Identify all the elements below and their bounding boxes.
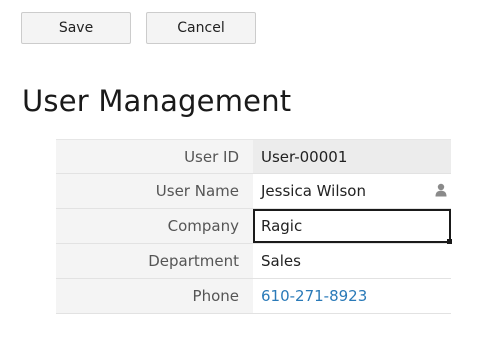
form-row-phone: Phone 610-271-8923 — [56, 279, 451, 314]
phone-label: Phone — [56, 279, 253, 313]
page-title: User Management — [22, 84, 292, 118]
user-form: User ID User-00001 User Name Jessica Wil… — [56, 139, 452, 314]
form-row-user-name: User Name Jessica Wilson — [56, 174, 451, 209]
cancel-button[interactable]: Cancel — [146, 12, 256, 44]
department-label: Department — [56, 244, 253, 278]
form-row-user-id: User ID User-00001 — [56, 139, 451, 174]
form-row-department: Department Sales — [56, 244, 451, 279]
department-field[interactable]: Sales — [253, 244, 451, 278]
user-icon[interactable] — [435, 183, 447, 197]
user-id-label: User ID — [56, 140, 253, 173]
user-id-value: User-00001 — [253, 140, 451, 173]
user-name-label: User Name — [56, 174, 253, 208]
form-row-company: Company Ragic — [56, 209, 452, 244]
user-name-field[interactable]: Jessica Wilson — [253, 174, 451, 208]
company-field[interactable]: Ragic — [253, 209, 452, 244]
company-value: Ragic — [261, 217, 303, 235]
user-name-value: Jessica Wilson — [261, 182, 366, 200]
phone-link[interactable]: 610-271-8923 — [253, 279, 451, 313]
company-label: Company — [56, 209, 253, 243]
save-button[interactable]: Save — [21, 12, 131, 44]
